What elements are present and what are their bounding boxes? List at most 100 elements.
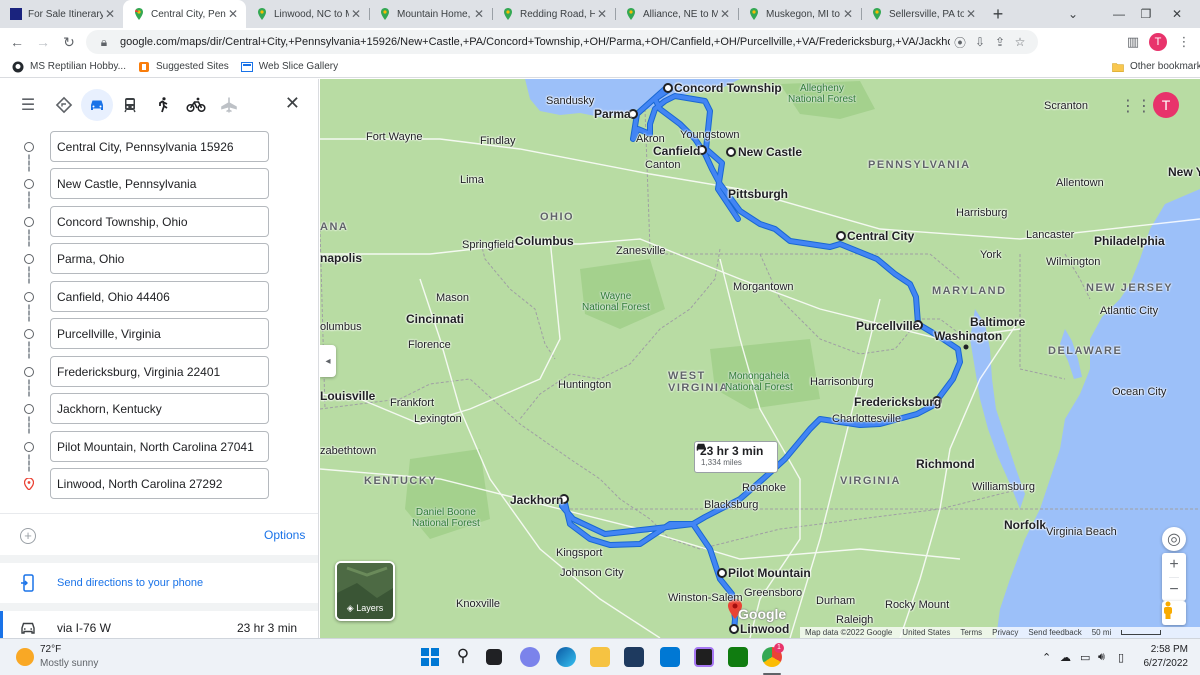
terms-link[interactable]: Terms: [960, 628, 982, 637]
region-link[interactable]: United States: [902, 628, 950, 637]
close-window-button[interactable]: ✕: [1154, 0, 1200, 28]
bookmark-item[interactable]: MS Reptilian Hobby...: [12, 61, 126, 73]
battery-icon[interactable]: ▯: [1118, 651, 1124, 664]
photos-icon[interactable]: [694, 647, 714, 667]
map-label-columbus[interactable]: Columbus: [515, 234, 574, 248]
speaker-icon[interactable]: 🔊︎: [1098, 651, 1105, 664]
browser-tab[interactable]: Redding Road, He ✕: [492, 0, 615, 28]
browser-tab[interactable]: Muskegon, MI to ✕: [738, 0, 861, 28]
map-label-cincinnati[interactable]: Cincinnati: [406, 312, 464, 326]
map-label-maryland[interactable]: MARYLAND: [932, 285, 1007, 297]
my-location-icon[interactable]: ◎: [1162, 527, 1186, 551]
map-label-florence[interactable]: Florence: [408, 339, 451, 351]
send-to-phone-link[interactable]: Send directions to your phone: [57, 577, 203, 589]
map-label-zabethtown[interactable]: zabethtown: [320, 445, 376, 457]
map-label-parma[interactable]: Parma: [594, 107, 631, 121]
clock-time[interactable]: 2:58 PM: [1138, 644, 1188, 655]
collapse-panel-handle[interactable]: ◂: [320, 345, 336, 377]
browser-tab[interactable]: Mountain Home, ✕: [369, 0, 492, 28]
chat-icon[interactable]: [520, 647, 540, 667]
clock-date[interactable]: 6/27/2022: [1138, 658, 1189, 669]
map-label-oceancity[interactable]: Ocean City: [1112, 386, 1166, 398]
install-icon[interactable]: ⇩: [970, 35, 990, 49]
hamburger-menu-icon[interactable]: ☰: [12, 89, 44, 121]
map-label-johnsoncity[interactable]: Johnson City: [560, 567, 624, 579]
forward-button[interactable]: →: [30, 29, 56, 55]
map-label-raleigh[interactable]: Raleigh: [836, 614, 873, 626]
browser-tab[interactable]: For Sale Itinerary ✕: [0, 0, 123, 28]
transit-mode-icon[interactable]: [114, 89, 146, 121]
stop-input[interactable]: New Castle, Pennsylvania: [50, 168, 269, 199]
reload-button[interactable]: ↻: [56, 29, 82, 55]
add-destination-icon[interactable]: +: [20, 528, 36, 544]
share-icon[interactable]: ⇪: [990, 35, 1010, 49]
map-label-greensboro[interactable]: Greensboro: [744, 587, 802, 599]
mail-icon[interactable]: [660, 647, 680, 667]
map-label-napolis[interactable]: napolis: [320, 251, 362, 265]
location-icon[interactable]: ⦿: [950, 34, 970, 51]
map-label-newcastle[interactable]: New Castle: [738, 145, 802, 159]
browser-tab[interactable]: Alliance, NE to M ✕: [615, 0, 738, 28]
map-label-newyork[interactable]: New Yo: [1168, 165, 1200, 179]
chevron-up-icon[interactable]: ⌃: [1042, 651, 1051, 664]
close-tab-icon[interactable]: ✕: [595, 7, 609, 21]
other-bookmarks-folder[interactable]: Other bookmarks: [1112, 61, 1200, 73]
map-label-wilmington[interactable]: Wilmington: [1046, 256, 1100, 268]
map-label-newjersey[interactable]: NEW JERSEY: [1086, 282, 1173, 294]
map-label-roanoke[interactable]: Roanoke: [742, 482, 786, 494]
map-label-mason[interactable]: Mason: [436, 292, 469, 304]
map-label-williamsburg[interactable]: Williamsburg: [972, 481, 1035, 493]
file-explorer-icon[interactable]: [590, 647, 610, 667]
side-panel-icon[interactable]: ▥: [1121, 30, 1145, 54]
new-tab-button[interactable]: +: [984, 0, 1012, 28]
map-label-lexington[interactable]: Lexington: [414, 413, 462, 425]
stop-input[interactable]: Linwood, North Carolina 27292: [50, 468, 269, 499]
pegman-icon[interactable]: [1162, 601, 1186, 625]
route-option-name[interactable]: via I-76 W: [57, 621, 111, 635]
flight-mode-icon[interactable]: [213, 89, 245, 121]
best-mode-icon[interactable]: [48, 89, 80, 121]
map-label-canton[interactable]: Canton: [645, 159, 680, 171]
stop-input[interactable]: Parma, Ohio: [50, 243, 269, 274]
monitor-icon[interactable]: ▭: [1080, 651, 1090, 664]
map-label-fortwayne[interactable]: Fort Wayne: [366, 131, 422, 143]
map-label-sandusky[interactable]: Sandusky: [546, 95, 594, 107]
stop-input[interactable]: Canfield, Ohio 44406: [50, 281, 269, 312]
weather-sun-icon[interactable]: [16, 648, 34, 666]
zoom-in-button[interactable]: +: [1169, 553, 1178, 577]
edge-icon[interactable]: [556, 647, 576, 667]
map-label-lancaster[interactable]: Lancaster: [1026, 229, 1074, 241]
close-tab-icon[interactable]: ✕: [226, 7, 240, 21]
layers-button[interactable]: ◈ Layers: [335, 561, 395, 621]
browser-tab[interactable]: Linwood, NC to M ✕: [246, 0, 369, 28]
stop-input[interactable]: Fredericksburg, Virginia 22401: [50, 356, 269, 387]
windows-start-icon[interactable]: [420, 647, 440, 667]
send-feedback-link[interactable]: Send feedback: [1028, 628, 1081, 637]
map-label-kentucky[interactable]: KENTUCKY: [364, 475, 437, 487]
map-label-allentown[interactable]: Allentown: [1056, 177, 1104, 189]
map-label-durham[interactable]: Durham: [816, 595, 855, 607]
weather-temp[interactable]: 72°F: [40, 644, 61, 655]
map-label-rockymount[interactable]: Rocky Mount: [885, 599, 949, 611]
map-label-virginiabeach[interactable]: Virginia Beach: [1046, 526, 1117, 538]
close-tab-icon[interactable]: ✕: [718, 7, 732, 21]
map-label-lima[interactable]: Lima: [460, 174, 484, 186]
scale-label[interactable]: 50 mi: [1092, 628, 1112, 637]
map-label-findlay[interactable]: Findlay: [480, 135, 515, 147]
browser-tab-active[interactable]: Central City, Penn ✕: [123, 0, 246, 28]
stop-input[interactable]: Jackhorn, Kentucky: [50, 393, 269, 424]
map-label-springfield[interactable]: Springfield: [462, 239, 514, 251]
address-bar[interactable]: 🔒︎ google.com/maps/dir/Central+City,+Pen…: [86, 30, 1038, 54]
map-label-pilotmountain[interactable]: Pilot Mountain: [728, 566, 811, 580]
map-label-centralcity[interactable]: Central City: [847, 229, 914, 243]
cloud-icon[interactable]: ☁: [1060, 651, 1071, 664]
options-button[interactable]: Options: [264, 528, 305, 542]
map-label-norfolk[interactable]: Norfolk: [1004, 518, 1046, 532]
tab-search-chevron-icon[interactable]: ⌄: [1050, 0, 1096, 28]
map-label-fredericksburg[interactable]: Fredericksburg: [854, 395, 941, 409]
map-label-pennsylvania[interactable]: PENNSYLVANIA: [868, 159, 971, 171]
map-label-linwood[interactable]: Linwood: [740, 622, 789, 636]
map-label-pittsburgh[interactable]: Pittsburgh: [728, 187, 788, 201]
map-label-concord[interactable]: Concord Township: [674, 81, 782, 95]
map-label-danielboone[interactable]: Daniel Boone National Forest: [412, 507, 480, 529]
